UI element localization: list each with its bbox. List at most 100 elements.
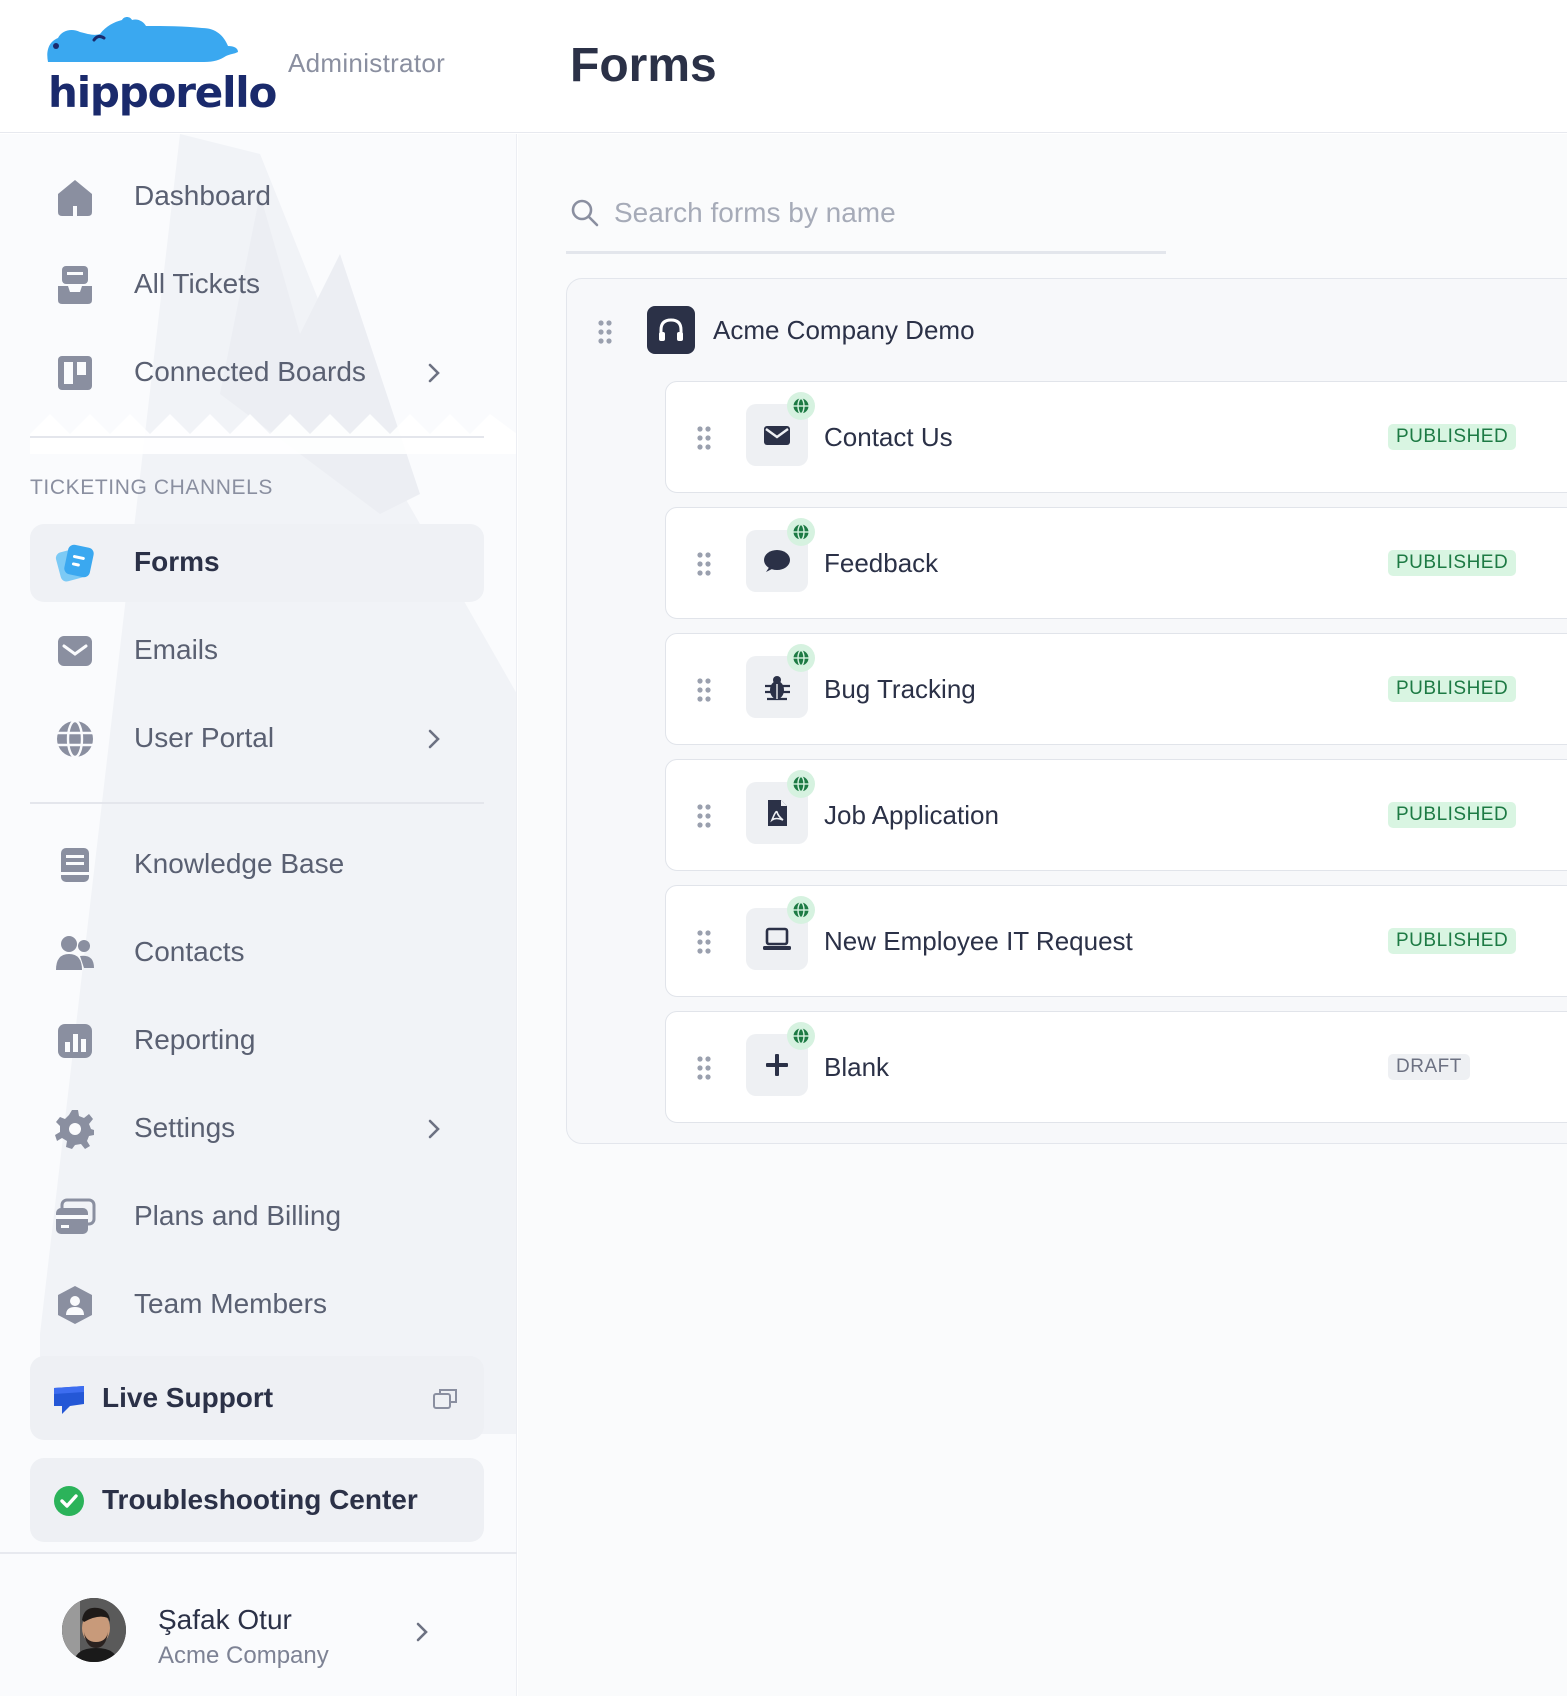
sidebar-divider bbox=[30, 802, 484, 804]
live-support-label: Live Support bbox=[102, 1382, 274, 1413]
status-badge: PUBLISHED bbox=[1388, 928, 1517, 954]
sidebar-item-dashboard[interactable]: Dashboard bbox=[30, 158, 484, 236]
chevron-right-icon bbox=[428, 363, 440, 383]
status-badge: PUBLISHED bbox=[1388, 802, 1517, 828]
form-title: Bug Tracking bbox=[824, 674, 976, 704]
form-row-blank[interactable]: Blank DRAFT bbox=[665, 1011, 1567, 1123]
laptop-icon bbox=[763, 927, 791, 950]
sidebar-item-label: Knowledge Base bbox=[134, 848, 345, 879]
speech-bubble-icon bbox=[764, 550, 790, 572]
form-title: Feedback bbox=[824, 548, 939, 578]
sidebar-item-user-portal[interactable]: User Portal bbox=[30, 700, 484, 778]
live-support-button[interactable]: Live Support bbox=[30, 1356, 484, 1440]
user-profile-menu[interactable]: Şafak Otur Acme Company bbox=[30, 1584, 484, 1684]
plus-icon bbox=[766, 1054, 788, 1076]
boards-icon bbox=[58, 356, 92, 390]
globe-icon bbox=[57, 719, 93, 759]
avatar-photo bbox=[62, 1598, 126, 1662]
published-globe-badge bbox=[787, 770, 815, 798]
group-icon bbox=[647, 306, 695, 354]
sidebar-divider bbox=[0, 1552, 517, 1554]
drag-handle-icon[interactable] bbox=[696, 425, 712, 451]
sidebar-item-plans-billing[interactable]: Plans and Billing bbox=[30, 1178, 484, 1256]
troubleshooting-label: Troubleshooting Center bbox=[102, 1484, 418, 1515]
bug-icon bbox=[765, 676, 790, 701]
sidebar-item-label: Emails bbox=[134, 634, 219, 665]
forms-icon bbox=[55, 544, 94, 582]
sidebar-item-contacts[interactable]: Contacts bbox=[30, 914, 484, 992]
chevron-right-icon bbox=[428, 1119, 440, 1139]
sidebar-item-settings[interactable]: Settings bbox=[30, 1090, 484, 1168]
sidebar-item-forms[interactable]: Forms bbox=[30, 524, 484, 602]
user-icon bbox=[58, 1286, 92, 1324]
sidebar-item-all-tickets[interactable]: All Tickets bbox=[30, 246, 484, 324]
search-input[interactable] bbox=[614, 190, 1154, 236]
chevron-right-icon bbox=[428, 729, 440, 749]
published-globe-badge bbox=[787, 392, 815, 420]
drag-handle-icon[interactable] bbox=[696, 551, 712, 577]
form-row-job-application[interactable]: Job Application PUBLISHED bbox=[665, 759, 1567, 871]
sidebar-item-emails[interactable]: Emails bbox=[30, 612, 484, 690]
search-icon bbox=[571, 199, 599, 227]
hipporello-logo[interactable]: hipporello bbox=[44, 14, 277, 117]
form-title: Blank bbox=[824, 1052, 890, 1082]
drag-handle-icon[interactable] bbox=[696, 1055, 712, 1081]
hippo-icon bbox=[47, 17, 238, 62]
billing-icon bbox=[56, 1198, 96, 1234]
form-title: New Employee IT Request bbox=[824, 926, 1133, 956]
form-title: Job Application bbox=[824, 800, 999, 830]
troubleshooting-center-button[interactable]: Troubleshooting Center bbox=[30, 1458, 484, 1542]
sidebar-divider bbox=[30, 436, 484, 438]
drag-handle-icon[interactable] bbox=[696, 677, 712, 703]
main-content: Acme Company Demo Conta bbox=[518, 134, 1567, 1696]
check-circle-icon bbox=[54, 1486, 84, 1516]
sidebar-item-label: Plans and Billing bbox=[134, 1200, 342, 1231]
drag-handle-icon[interactable] bbox=[597, 319, 613, 345]
avatar bbox=[62, 1598, 126, 1662]
sidebar-item-label: Reporting bbox=[134, 1024, 256, 1055]
globe-icon bbox=[793, 901, 809, 919]
user-name: Şafak Otur bbox=[158, 1604, 292, 1635]
published-globe-badge bbox=[787, 644, 815, 672]
sidebar-item-connected-boards[interactable]: Connected Boards bbox=[30, 334, 484, 412]
form-row-feedback[interactable]: Feedback PUBLISHED bbox=[665, 507, 1567, 619]
status-badge: PUBLISHED bbox=[1388, 676, 1517, 702]
globe-icon bbox=[793, 1027, 809, 1045]
section-label-ticketing-channels: TICKETING CHANNELS bbox=[30, 476, 273, 499]
group-title[interactable]: Acme Company Demo bbox=[713, 315, 975, 346]
sidebar-item-team-members[interactable]: Team Members bbox=[30, 1266, 484, 1344]
external-window-icon bbox=[433, 1389, 457, 1409]
sidebar-item-knowledge-base[interactable]: Knowledge Base bbox=[30, 826, 484, 904]
form-row-new-employee-it-request[interactable]: New Employee IT Request PUBLISHED bbox=[665, 885, 1567, 997]
role-label: Administrator bbox=[288, 48, 446, 78]
home-icon bbox=[58, 180, 92, 216]
contacts-icon bbox=[56, 936, 94, 970]
published-globe-badge bbox=[787, 518, 815, 546]
sidebar-item-label: Team Members bbox=[134, 1288, 327, 1319]
logo-wordmark: hipporello bbox=[48, 68, 277, 117]
page-title: Forms bbox=[570, 39, 717, 92]
status-badge: PUBLISHED bbox=[1388, 550, 1517, 576]
sidebar-item-label: User Portal bbox=[134, 722, 275, 753]
chat-bubble-icon bbox=[54, 1386, 84, 1414]
sidebar-item-label: Dashboard bbox=[134, 180, 271, 211]
form-row-contact-us[interactable]: Contact Us PUBLISHED bbox=[665, 381, 1567, 493]
gear-icon bbox=[55, 1110, 94, 1149]
drag-handle-icon[interactable] bbox=[696, 929, 712, 955]
user-company: Acme Company bbox=[158, 1642, 329, 1669]
sidebar-item-label: All Tickets bbox=[134, 268, 261, 299]
globe-icon bbox=[793, 775, 809, 793]
sidebar-item-reporting[interactable]: Reporting bbox=[30, 1002, 484, 1080]
chevron-right-icon bbox=[416, 1622, 428, 1642]
drag-handle-icon[interactable] bbox=[696, 803, 712, 829]
globe-icon bbox=[793, 649, 809, 667]
top-bar: hipporello Administrator Forms bbox=[0, 0, 1567, 133]
globe-icon bbox=[793, 523, 809, 541]
search-bar bbox=[566, 184, 1166, 254]
published-globe-badge bbox=[787, 896, 815, 924]
sidebar-item-label: Connected Boards bbox=[134, 356, 366, 387]
form-group-card: Acme Company Demo Contact Us PUBLISHED F… bbox=[566, 278, 1567, 1144]
form-row-bug-tracking[interactable]: Bug Tracking PUBLISHED bbox=[665, 633, 1567, 745]
status-badge: DRAFT bbox=[1388, 1054, 1470, 1080]
form-title: Contact Us bbox=[824, 422, 953, 452]
